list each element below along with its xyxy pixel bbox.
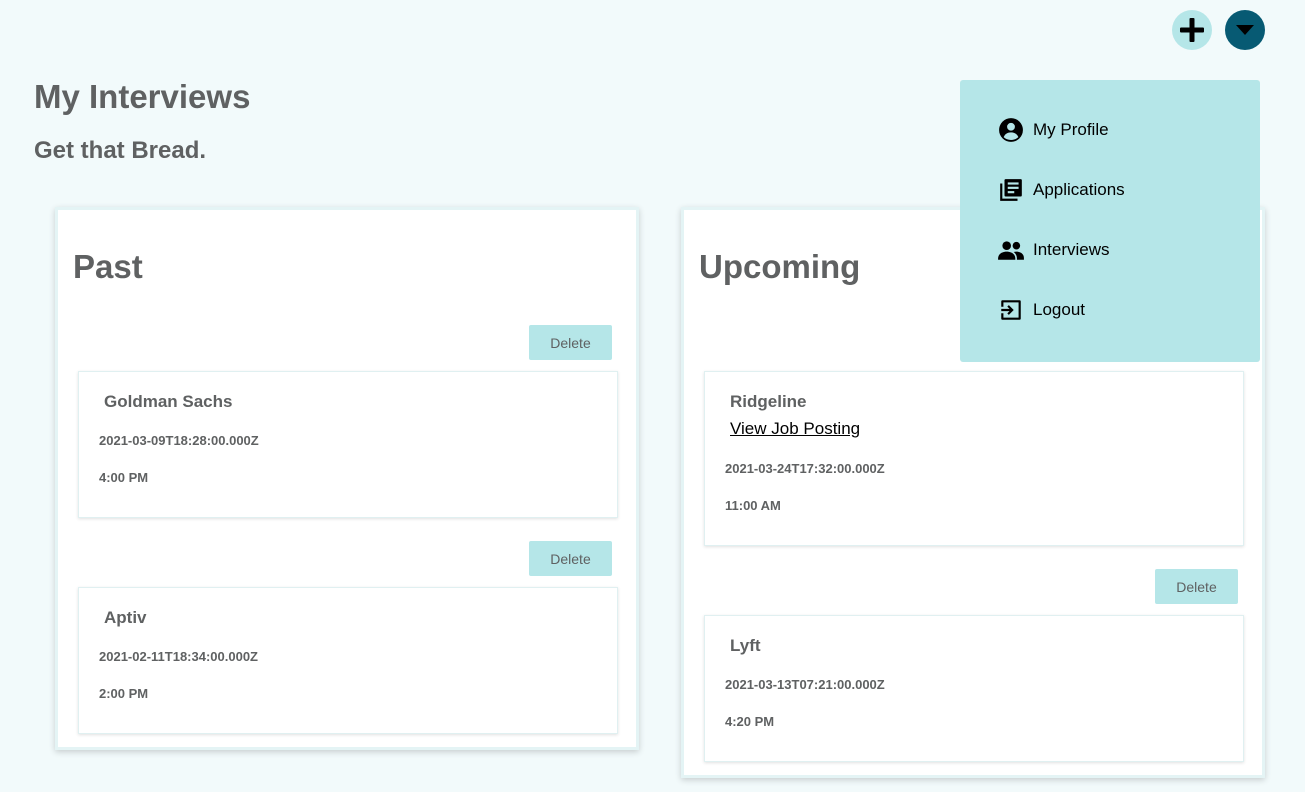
interview-card: Lyft 2021-03-13T07:21:00.000Z 4:20 PM <box>704 615 1244 762</box>
interview-date: 2021-03-09T18:28:00.000Z <box>99 433 259 448</box>
interview-card: Goldman Sachs 2021-03-09T18:28:00.000Z 4… <box>78 371 618 518</box>
interview-date: 2021-03-24T17:32:00.000Z <box>725 461 885 476</box>
account-menu-button[interactable] <box>1225 10 1265 50</box>
people-icon <box>997 236 1025 264</box>
menu-item-logout[interactable]: Logout <box>997 295 1237 325</box>
company-name: Lyft <box>730 636 761 655</box>
menu-item-my-profile[interactable]: My Profile <box>997 115 1237 145</box>
logout-icon <box>997 296 1025 324</box>
page-title: My Interviews <box>34 78 251 115</box>
menu-item-applications[interactable]: Applications <box>997 175 1237 205</box>
menu-item-label: Logout <box>1033 300 1085 319</box>
delete-button[interactable]: Delete <box>529 325 612 360</box>
menu-item-interviews[interactable]: Interviews <box>997 235 1237 265</box>
interview-date: 2021-03-13T07:21:00.000Z <box>725 677 885 692</box>
company-name: Aptiv <box>104 608 147 627</box>
menu-item-label: Applications <box>1033 180 1125 199</box>
interview-date: 2021-02-11T18:34:00.000Z <box>99 649 259 664</box>
company-name: Ridgeline <box>730 392 807 411</box>
interviews-page: My Interviews Get that Bread. Past Delet… <box>0 0 1305 792</box>
plus-icon <box>1180 18 1204 42</box>
account-circle-icon <box>997 116 1025 144</box>
interview-time: 4:20 PM <box>725 714 775 729</box>
caret-down-icon <box>1236 25 1254 35</box>
library-books-icon <box>997 176 1025 204</box>
company-name: Goldman Sachs <box>104 392 233 411</box>
interview-time: 2:00 PM <box>99 686 149 701</box>
interview-time: 11:00 AM <box>725 498 781 513</box>
view-job-posting-link[interactable]: View Job Posting <box>730 419 860 439</box>
add-button[interactable] <box>1172 10 1212 50</box>
interview-card: Aptiv 2021-02-11T18:34:00.000Z 2:00 PM <box>78 587 618 734</box>
delete-button[interactable]: Delete <box>529 541 612 576</box>
delete-button[interactable]: Delete <box>1155 569 1238 604</box>
menu-item-label: Interviews <box>1033 240 1110 259</box>
account-dropdown-menu: My Profile Applications Interviews Logou… <box>960 80 1260 362</box>
interview-card: Ridgeline View Job Posting 2021-03-24T17… <box>704 371 1244 546</box>
page-subtitle: Get that Bread. <box>34 137 207 164</box>
past-interviews-panel: Past Delete Goldman Sachs 2021-03-09T18:… <box>55 207 639 750</box>
interview-time: 4:00 PM <box>99 470 149 485</box>
menu-item-label: My Profile <box>1033 120 1109 139</box>
upcoming-panel-title: Upcoming <box>699 248 861 285</box>
past-panel-title: Past <box>73 248 143 285</box>
